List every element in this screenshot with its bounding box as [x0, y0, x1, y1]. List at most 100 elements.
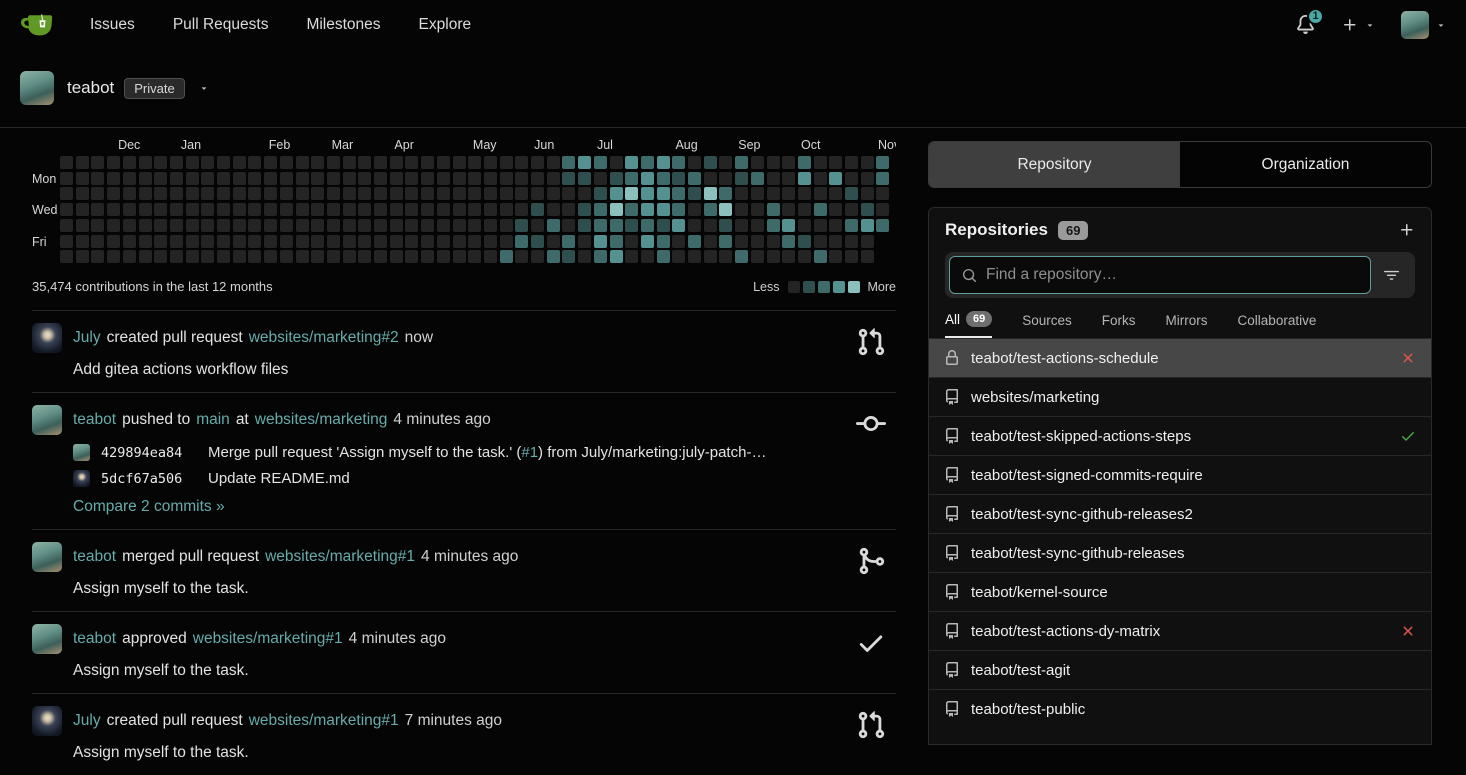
heatmap-cell[interactable]	[342, 171, 356, 185]
heatmap-cell[interactable]	[797, 156, 811, 169]
heatmap-cell[interactable]	[656, 250, 670, 264]
heatmap-cell[interactable]	[625, 203, 639, 217]
heatmap-cell[interactable]	[326, 250, 340, 264]
repo-list-item[interactable]: teabot/test-signed-commits-require	[929, 455, 1431, 494]
heatmap-cell[interactable]	[452, 250, 466, 264]
heatmap-cell[interactable]	[546, 203, 560, 217]
heatmap-cell[interactable]	[719, 234, 733, 248]
heatmap-cell[interactable]	[515, 234, 529, 248]
heatmap-cell[interactable]	[531, 171, 544, 185]
heatmap-cell[interactable]	[358, 234, 372, 248]
avatar[interactable]	[32, 542, 62, 572]
heatmap-cell[interactable]	[531, 234, 544, 248]
heatmap-cell[interactable]	[389, 203, 403, 217]
heatmap-cell[interactable]	[515, 218, 529, 232]
heatmap-cell[interactable]	[75, 250, 89, 264]
heatmap-cell[interactable]	[562, 218, 576, 232]
heatmap-cell[interactable]	[593, 234, 607, 248]
repo-list-item[interactable]: teabot/kernel-source	[929, 572, 1431, 611]
heatmap-cell[interactable]	[232, 250, 246, 264]
heatmap-cell[interactable]	[185, 250, 199, 264]
heatmap-cell[interactable]	[578, 171, 592, 185]
heatmap-cell[interactable]	[452, 187, 466, 201]
heatmap-cell[interactable]	[531, 250, 544, 264]
heatmap-cell[interactable]	[782, 250, 796, 264]
heatmap-cell[interactable]	[358, 250, 372, 264]
heatmap-cell[interactable]	[201, 234, 215, 248]
heatmap-cell[interactable]	[562, 250, 576, 264]
heatmap-cell[interactable]	[342, 250, 356, 264]
heatmap-cell[interactable]	[311, 203, 325, 217]
repo-list-item[interactable]: teabot/test-actions-schedule	[929, 338, 1431, 377]
gitea-logo-icon[interactable]	[20, 10, 54, 40]
heatmap-cell[interactable]	[562, 187, 576, 201]
heatmap-cell[interactable]	[546, 156, 560, 169]
heatmap-cell[interactable]	[264, 250, 278, 264]
feed-body-link[interactable]: Assign myself to the task.	[73, 662, 249, 680]
heatmap-cell[interactable]	[295, 234, 309, 248]
heatmap-cell[interactable]	[60, 234, 73, 248]
feed-actor-link[interactable]: July	[73, 712, 101, 730]
heatmap-cell[interactable]	[625, 171, 639, 185]
heatmap-cell[interactable]	[436, 218, 450, 232]
heatmap-cell[interactable]	[750, 234, 764, 248]
nav-item-milestones[interactable]: Milestones	[306, 16, 380, 34]
feed-actor-link[interactable]: teabot	[73, 411, 116, 429]
heatmap-cell[interactable]	[75, 234, 89, 248]
heatmap-cell[interactable]	[688, 203, 701, 217]
heatmap-cell[interactable]	[688, 218, 701, 232]
heatmap-cell[interactable]	[609, 218, 623, 232]
heatmap-cell[interactable]	[185, 203, 199, 217]
heatmap-cell[interactable]	[672, 203, 686, 217]
heatmap-cell[interactable]	[232, 156, 246, 169]
heatmap-cell[interactable]	[217, 187, 230, 201]
heatmap-cell[interactable]	[860, 187, 874, 201]
heatmap-cell[interactable]	[515, 203, 529, 217]
heatmap-cell[interactable]	[688, 187, 701, 201]
heatmap-cell[interactable]	[782, 187, 796, 201]
heatmap-cell[interactable]	[342, 218, 356, 232]
heatmap-cell[interactable]	[107, 218, 121, 232]
feed-target-link[interactable]: websites/marketing#1	[193, 630, 343, 648]
notifications-button[interactable]: 1	[1296, 7, 1324, 35]
heatmap-cell[interactable]	[483, 234, 497, 248]
heatmap-cell[interactable]	[169, 156, 183, 169]
heatmap-cell[interactable]	[248, 156, 262, 169]
heatmap-cell[interactable]	[672, 250, 686, 264]
heatmap-cell[interactable]	[217, 218, 230, 232]
heatmap-cell[interactable]	[374, 203, 387, 217]
heatmap-cell[interactable]	[75, 187, 89, 201]
heatmap-cell[interactable]	[735, 187, 749, 201]
heatmap-cell[interactable]	[248, 234, 262, 248]
heatmap-cell[interactable]	[154, 218, 168, 232]
nav-item-explore[interactable]: Explore	[419, 16, 472, 34]
heatmap-cell[interactable]	[374, 171, 387, 185]
heatmap-cell[interactable]	[483, 203, 497, 217]
heatmap-cell[interactable]	[185, 234, 199, 248]
heatmap-cell[interactable]	[468, 203, 482, 217]
heatmap-cell[interactable]	[483, 250, 497, 264]
heatmap-cell[interactable]	[797, 171, 811, 185]
heatmap-cell[interactable]	[578, 234, 592, 248]
heatmap-cell[interactable]	[421, 156, 435, 169]
heatmap-cell[interactable]	[813, 156, 827, 169]
heatmap-cell[interactable]	[703, 234, 717, 248]
heatmap-cell[interactable]	[593, 187, 607, 201]
heatmap-cell[interactable]	[546, 187, 560, 201]
heatmap-cell[interactable]	[829, 250, 843, 264]
heatmap-cell[interactable]	[436, 203, 450, 217]
heatmap-cell[interactable]	[374, 156, 387, 169]
heatmap-cell[interactable]	[688, 156, 701, 169]
heatmap-cell[interactable]	[405, 187, 419, 201]
feed-actor-link[interactable]: teabot	[73, 630, 116, 648]
tab-repository[interactable]: Repository	[929, 142, 1180, 187]
heatmap-cell[interactable]	[829, 187, 843, 201]
heatmap-cell[interactable]	[656, 187, 670, 201]
heatmap-cell[interactable]	[593, 218, 607, 232]
heatmap-cell[interactable]	[719, 171, 733, 185]
heatmap-cell[interactable]	[232, 234, 246, 248]
heatmap-cell[interactable]	[201, 187, 215, 201]
heatmap-cell[interactable]	[138, 156, 152, 169]
heatmap-cell[interactable]	[719, 250, 733, 264]
heatmap-cell[interactable]	[232, 218, 246, 232]
